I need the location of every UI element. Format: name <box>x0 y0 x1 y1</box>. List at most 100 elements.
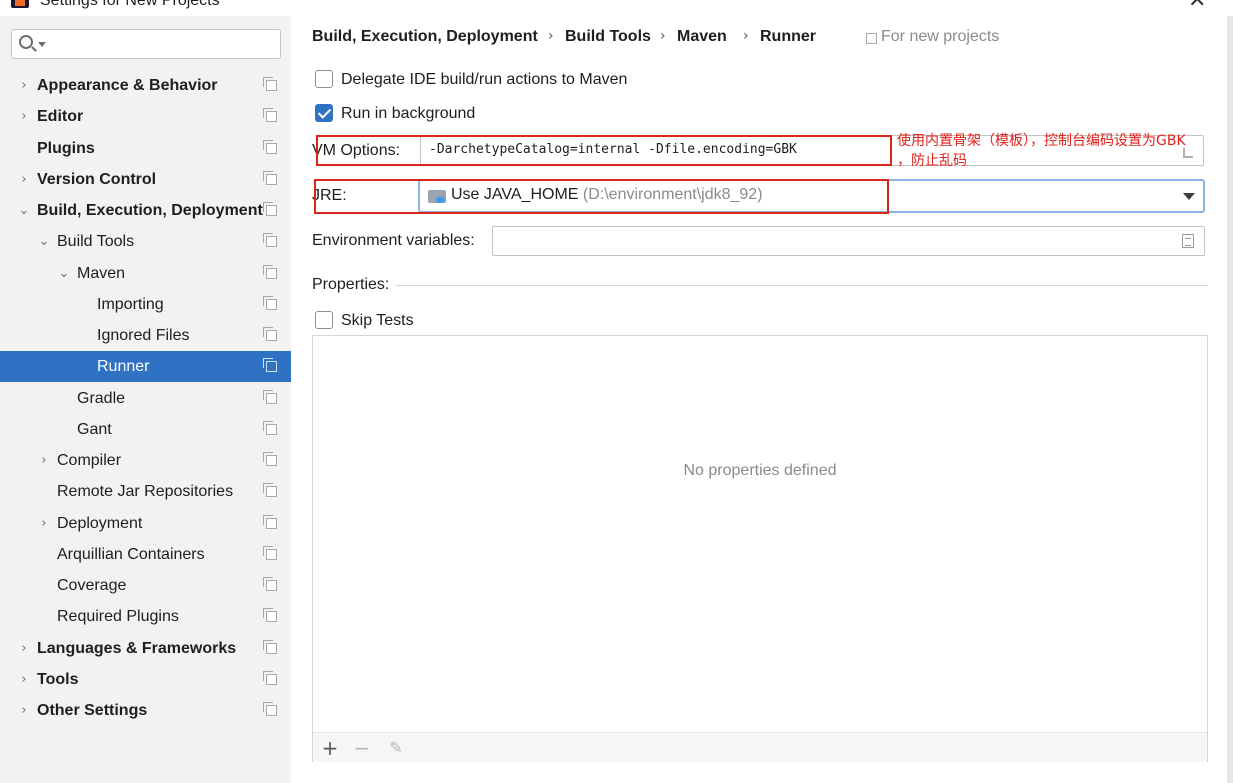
project-scope-icon <box>263 140 277 154</box>
sidebar-item-label: Required Plugins <box>57 608 179 625</box>
annotation-line-1: 使用内置骨架（模板），控制台编码设置为GBK <box>897 133 1186 149</box>
sidebar-item-languages-frameworks[interactable]: › Languages & Frameworks <box>0 633 291 664</box>
project-scope-icon <box>263 452 277 466</box>
settings-sidebar: › Appearance & Behavior › Editor Plugins… <box>0 16 291 783</box>
sidebar-item-gradle[interactable]: Gradle <box>0 383 291 414</box>
project-scope-icon <box>263 77 277 91</box>
sidebar-item-label: Importing <box>97 296 164 313</box>
chevron-down-icon[interactable]: ⌄ <box>58 258 70 289</box>
breadcrumb-separator: › <box>660 28 666 44</box>
project-scope-icon <box>263 640 277 654</box>
project-scope-icon <box>263 171 277 185</box>
project-scope-icon <box>263 421 277 435</box>
chevron-down-icon[interactable]: ⌄ <box>38 226 50 257</box>
environment-variables-field[interactable] <box>492 226 1205 256</box>
project-scope-icon <box>263 202 277 216</box>
delegate-build-checkbox[interactable] <box>315 70 333 88</box>
breadcrumb-separator: › <box>548 28 554 44</box>
chevron-right-icon[interactable]: › <box>18 101 30 132</box>
sidebar-item-deployment[interactable]: › Deployment <box>0 508 291 539</box>
chevron-right-icon[interactable]: › <box>18 695 30 726</box>
sidebar-item-label: Version Control <box>37 171 157 188</box>
chevron-right-icon[interactable]: › <box>18 70 30 101</box>
sidebar-item-label: Runner <box>97 358 150 375</box>
breadcrumb-item: Maven <box>677 28 727 45</box>
properties-table: No properties defined + − ✎ <box>312 335 1208 762</box>
project-scope-icon <box>263 577 277 591</box>
properties-toolbar: + − ✎ <box>313 732 1207 762</box>
search-history-dropdown-icon[interactable] <box>38 42 46 47</box>
project-scope-icon <box>263 108 277 122</box>
sidebar-item-version-control[interactable]: › Version Control <box>0 164 291 195</box>
breadcrumb-item: Runner <box>760 28 816 45</box>
project-scope-icon <box>263 327 277 341</box>
sidebar-item-arquillian-containers[interactable]: Arquillian Containers <box>0 539 291 570</box>
project-scope-icon <box>263 390 277 404</box>
sidebar-item-label: Plugins <box>37 140 95 157</box>
sidebar-item-label: Deployment <box>57 515 143 532</box>
chevron-right-icon[interactable]: › <box>18 664 30 695</box>
sidebar-item-maven[interactable]: ⌄ Maven <box>0 258 291 289</box>
sidebar-item-required-plugins[interactable]: Required Plugins <box>0 601 291 632</box>
project-scope-icon <box>263 358 277 372</box>
breadcrumb-item: Build, Execution, Deployment <box>312 28 538 45</box>
vm-options-highlight-box <box>316 135 892 166</box>
chevron-right-icon[interactable]: › <box>18 164 30 195</box>
skip-tests-checkbox[interactable] <box>315 311 333 329</box>
sidebar-item-label: Other Settings <box>37 702 148 719</box>
sidebar-item-label: Build, Execution, Deployment <box>37 202 263 219</box>
sidebar-item-label: Appearance & Behavior <box>37 77 218 94</box>
sidebar-item-gant[interactable]: Gant <box>0 414 291 445</box>
sidebar-item-label: Languages & Frameworks <box>37 640 237 657</box>
search-input[interactable] <box>50 33 275 55</box>
sidebar-item-tools[interactable]: › Tools <box>0 664 291 695</box>
project-scope-icon <box>263 702 277 716</box>
remove-icon[interactable]: − <box>350 736 374 760</box>
sidebar-item-label: Editor <box>37 108 84 125</box>
edit-icon[interactable]: ✎ <box>384 736 408 760</box>
sidebar-item-label: Ignored Files <box>97 327 190 344</box>
sidebar-item-appearance-behavior[interactable]: › Appearance & Behavior <box>0 70 291 101</box>
settings-search[interactable] <box>11 29 281 59</box>
sidebar-item-label: Gant <box>77 421 112 438</box>
annotation-line-2: ，防止乱码 <box>897 153 967 169</box>
sidebar-item-ignored-files[interactable]: Ignored Files <box>0 320 291 351</box>
sidebar-item-compiler[interactable]: › Compiler <box>0 445 291 476</box>
chevron-right-icon[interactable]: › <box>38 445 50 476</box>
sidebar-item-build-execution-deployment[interactable]: ⌄ Build, Execution, Deployment <box>0 195 291 226</box>
close-icon[interactable]: ✕ <box>1188 0 1206 13</box>
sidebar-item-label: Maven <box>77 265 126 282</box>
project-scope-icon <box>866 33 877 44</box>
chevron-right-icon[interactable]: › <box>18 633 30 664</box>
window-edge <box>1227 16 1233 783</box>
sidebar-item-build-tools[interactable]: ⌄ Build Tools <box>0 226 291 257</box>
sidebar-item-coverage[interactable]: Coverage <box>0 570 291 601</box>
sidebar-item-runner[interactable]: Runner <box>0 351 291 382</box>
skip-tests-label: Skip Tests <box>341 312 414 329</box>
run-in-background-checkbox[interactable] <box>315 104 333 122</box>
dropdown-arrow-icon[interactable] <box>1183 193 1195 200</box>
chevron-down-icon[interactable]: ⌄ <box>18 195 30 226</box>
breadcrumb-separator: › <box>743 28 749 44</box>
sidebar-item-importing[interactable]: Importing <box>0 289 291 320</box>
add-icon[interactable]: + <box>318 736 342 760</box>
project-scope-icon <box>263 608 277 622</box>
sidebar-item-label: Tools <box>37 671 79 688</box>
project-scope-icon <box>263 265 277 279</box>
search-icon <box>19 35 33 49</box>
sidebar-item-label: Remote Jar Repositories <box>57 483 234 500</box>
sidebar-item-remote-jar-repositories[interactable]: Remote Jar Repositories <box>0 476 291 507</box>
chevron-right-icon[interactable]: › <box>38 508 50 539</box>
sidebar-item-other-settings[interactable]: › Other Settings <box>0 695 291 726</box>
sidebar-item-label: Coverage <box>57 577 127 594</box>
project-scope-icon <box>263 671 277 685</box>
project-scope-icon <box>263 296 277 310</box>
project-scope-icon <box>263 233 277 247</box>
sidebar-item-editor[interactable]: › Editor <box>0 101 291 132</box>
sidebar-item-label: Build Tools <box>57 233 135 250</box>
project-scope-icon <box>263 546 277 560</box>
empty-properties-message: No properties defined <box>683 462 837 479</box>
sidebar-item-plugins[interactable]: Plugins <box>0 133 291 164</box>
edit-variables-icon[interactable] <box>1182 234 1194 248</box>
jre-highlight-box <box>314 179 889 214</box>
